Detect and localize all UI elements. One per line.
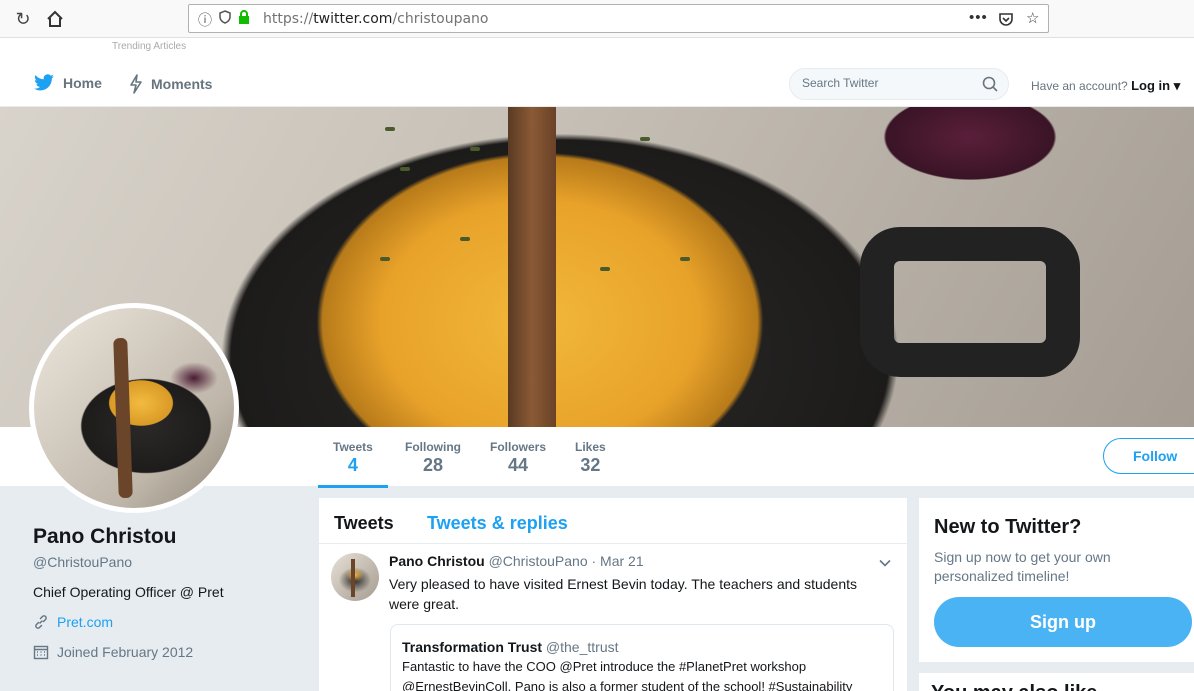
profile-website[interactable]: Pret.com	[33, 614, 293, 630]
stat-likes[interactable]: Likes 32	[575, 440, 606, 476]
tweet-header: Pano Christou @ChristouPano · Mar 21	[389, 553, 644, 569]
stat-value: 4	[347, 455, 358, 475]
stat-value: 32	[580, 455, 601, 475]
login-prompt: Have an account? Log in ▾	[1031, 78, 1180, 94]
tweet-avatar[interactable]	[331, 553, 379, 601]
banner-pot-handle	[860, 227, 1080, 377]
banner-herb	[640, 137, 650, 141]
suggestions-title: You may also like	[931, 682, 1097, 691]
nav-moments-label: Moments	[151, 76, 213, 92]
quoted-tweet-text: Fantastic to have the COO @Pret introduc…	[402, 659, 853, 691]
twitter-bird-icon	[34, 74, 54, 91]
banner-herb	[470, 147, 480, 151]
tweet-avatar-spoon	[351, 559, 355, 597]
timeline: Tweets Tweets & replies Pano Christou @C…	[319, 498, 907, 691]
stat-followers[interactable]: Followers 44	[490, 440, 546, 476]
browser-toolbar: ↻ ⓘ https://twitter.com/christoupano •••…	[0, 0, 1194, 38]
login-link[interactable]: Log in ▾	[1131, 78, 1180, 93]
tab-tweets[interactable]: Tweets	[334, 513, 394, 534]
banner-herb	[400, 167, 410, 171]
banner-herb	[680, 257, 690, 261]
profile-bio: Chief Operating Officer @ Pret	[33, 584, 224, 600]
signup-subtitle: Sign up now to get your own personalized…	[934, 549, 1111, 584]
lock-icon[interactable]	[238, 10, 250, 27]
tweet-author-name[interactable]: Pano Christou	[389, 553, 485, 569]
profile-handle[interactable]: @ChristouPano	[33, 554, 293, 570]
have-account-text: Have an account?	[1031, 79, 1128, 93]
info-icon[interactable]: ⓘ	[198, 10, 212, 30]
search-box	[789, 68, 1009, 100]
profile-card: Pano Christou @ChristouPano Chief Operat…	[33, 525, 293, 660]
bookmark-star-icon[interactable]: ☆	[1026, 9, 1039, 27]
search-icon[interactable]	[982, 76, 998, 92]
tab-tweets-replies[interactable]: Tweets & replies	[427, 513, 568, 534]
login-label: Log in	[1131, 78, 1171, 93]
quoted-tweet-header: Transformation Trust @the_ttrust	[402, 639, 882, 655]
lightning-icon	[130, 74, 142, 94]
stat-following[interactable]: Following 28	[405, 440, 461, 476]
chevron-down-icon[interactable]	[879, 557, 891, 569]
follow-button[interactable]: Follow	[1103, 438, 1194, 474]
stat-label: Followers	[490, 440, 547, 454]
signup-button[interactable]: Sign up	[934, 597, 1192, 647]
stat-value: 44	[507, 455, 529, 475]
banner-herb	[600, 267, 610, 271]
avatar-spoon	[113, 337, 133, 499]
nav-home-label: Home	[63, 75, 102, 91]
url-text: https://twitter.com/christoupano	[263, 11, 489, 27]
avatar[interactable]	[29, 303, 239, 513]
tweet-text: Very pleased to have visited Ernest Bevi…	[389, 576, 857, 612]
banner-herb	[380, 257, 390, 261]
calendar-icon	[33, 645, 49, 660]
quoted-author-handle: @the_ttrust	[545, 639, 619, 655]
home-icon[interactable]	[44, 8, 66, 30]
more-actions-icon[interactable]: •••	[969, 9, 988, 26]
tweet-author-handle[interactable]: @ChristouPano	[489, 553, 588, 569]
stat-label: Likes	[575, 440, 606, 454]
suggestions-card: You may also like	[919, 673, 1194, 691]
bookmark-item[interactable]: Trending Articles	[112, 41, 186, 52]
caret-down-icon: ▾	[1170, 78, 1181, 93]
quoted-author-name: Transformation Trust	[402, 639, 543, 655]
tweet-date[interactable]: · Mar 21	[592, 553, 644, 569]
signup-card: New to Twitter? Sign up now to get your …	[919, 498, 1194, 662]
stat-label: Tweets	[333, 440, 373, 454]
stat-tweets[interactable]: Tweets 4	[318, 440, 388, 488]
profile-joined: Joined February 2012	[33, 644, 293, 660]
quoted-tweet[interactable]: Transformation Trust @the_ttrust Fantast…	[390, 624, 894, 691]
search-input[interactable]	[802, 76, 972, 90]
banner-herb	[460, 237, 470, 241]
profile-name[interactable]: Pano Christou	[33, 525, 293, 549]
address-bar[interactable]: ⓘ https://twitter.com/christoupano ••• ☆	[188, 4, 1049, 33]
reload-icon[interactable]: ↻	[12, 8, 34, 30]
banner-wooden-spoon	[508, 107, 556, 427]
signup-title: New to Twitter?	[934, 516, 1082, 538]
stat-label: Following	[405, 440, 461, 454]
stat-value: 28	[422, 455, 444, 475]
tweet[interactable]: Pano Christou @ChristouPano · Mar 21 Ver…	[319, 544, 907, 691]
pocket-icon[interactable]	[998, 9, 1014, 31]
joined-date: Joined February 2012	[57, 644, 194, 660]
link-icon	[35, 615, 47, 629]
tracking-shield-icon[interactable]	[219, 10, 231, 27]
nav-moments[interactable]: Moments	[129, 74, 212, 94]
website-link[interactable]: Pret.com	[57, 614, 113, 630]
twitter-header: Home Moments Have an account? Log in ▾	[0, 60, 1194, 107]
nav-home[interactable]: Home	[33, 74, 102, 92]
banner-herb	[385, 127, 395, 131]
bookmarks-strip: Trending Articles	[0, 38, 1194, 60]
timeline-tabs: Tweets Tweets & replies	[319, 498, 907, 544]
